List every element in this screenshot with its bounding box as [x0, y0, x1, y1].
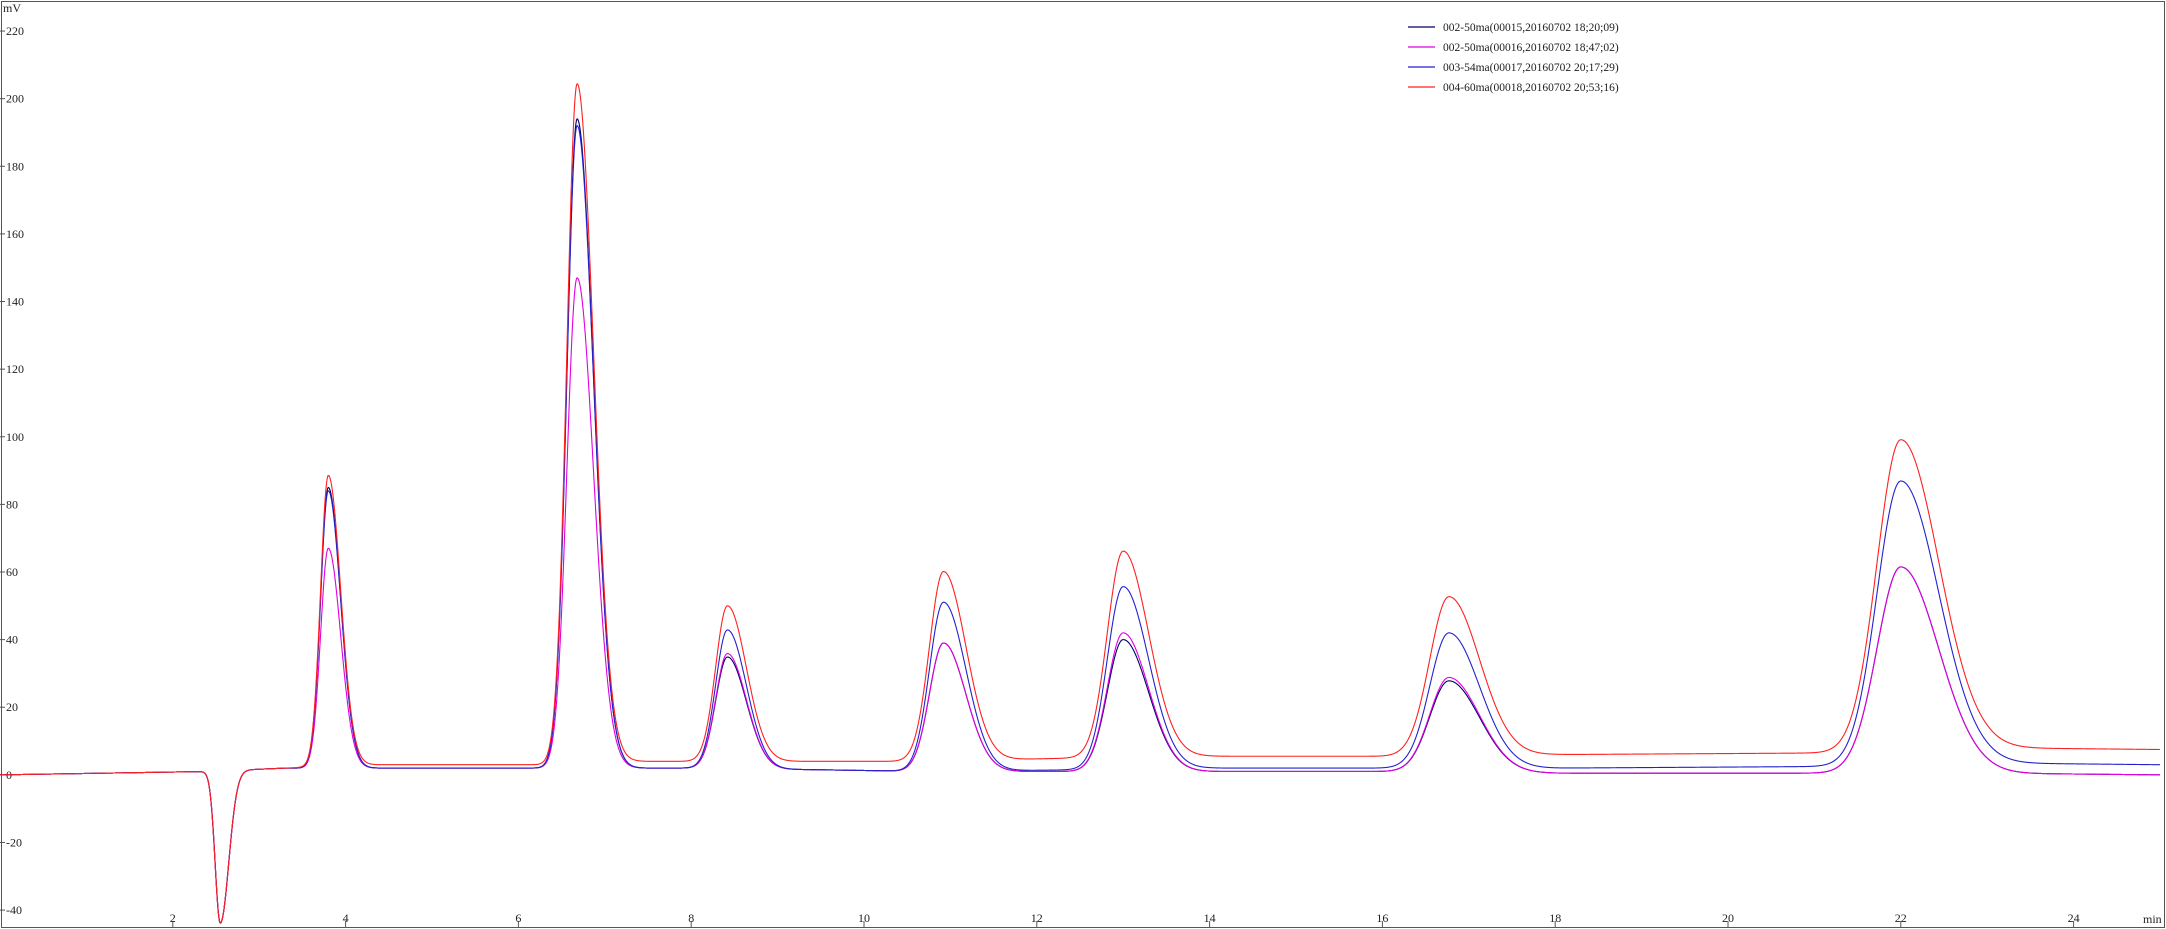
- y-tick-label: -40: [6, 903, 22, 917]
- x-tick-label: 2: [170, 911, 176, 925]
- x-tick-label: 22: [1895, 911, 1907, 925]
- y-axis: -40-20020406080100120140160180200220: [0, 24, 24, 917]
- series-layer: [0, 83, 2161, 924]
- legend-entry-label: 002-50ma(00015,20160702 18;20;09): [1443, 22, 1619, 34]
- y-tick-label: 80: [6, 497, 18, 511]
- y-tick-label: 200: [6, 92, 24, 106]
- legend-entry-label: 004-60ma(00018,20160702 20;53;16): [1443, 82, 1619, 94]
- x-tick-label: 4: [343, 911, 349, 925]
- y-tick-label: 100: [6, 430, 24, 444]
- x-tick-label: 6: [515, 911, 521, 925]
- x-tick-label: 14: [1204, 911, 1216, 925]
- x-tick-label: 12: [1031, 911, 1043, 925]
- y-tick-label: 140: [6, 295, 24, 309]
- series-line-2: [0, 277, 2161, 924]
- chromatogram-chart: -40-20020406080100120140160180200220 246…: [0, 1, 2165, 928]
- y-tick-label: 160: [6, 227, 24, 241]
- x-tick-label: 8: [688, 911, 694, 925]
- x-axis: 2 4 6 8 10 12 14 16 18 20 22 24: [170, 911, 2080, 927]
- y-tick-label: 40: [6, 633, 18, 647]
- x-tick-label: 18: [1549, 911, 1561, 925]
- y-tick-label: -20: [6, 835, 22, 849]
- x-tick-label: 10: [858, 911, 870, 925]
- x-axis-unit-label: min: [2143, 912, 2162, 926]
- legend: 002-50ma(00015,20160702 18;20;09) 002-50m…: [1408, 22, 1619, 94]
- y-tick-label: 60: [6, 565, 18, 579]
- x-tick-label: 16: [1376, 911, 1388, 925]
- y-tick-label: 220: [6, 24, 24, 38]
- x-tick-label: 20: [1722, 911, 1734, 925]
- y-tick-label: 120: [6, 362, 24, 376]
- series-line-4: [0, 83, 2160, 924]
- y-axis-unit-label: mV: [3, 1, 21, 15]
- plot-frame: [1, 1, 2165, 928]
- y-tick-label: 180: [6, 159, 24, 173]
- legend-entry-label: 002-50ma(00016,20160702 18;47;02): [1443, 42, 1619, 54]
- legend-entry-label: 003-54ma(00017,20160702 20;17;29): [1443, 62, 1619, 74]
- y-tick-label: 20: [6, 700, 18, 714]
- x-tick-label: 24: [2068, 911, 2080, 925]
